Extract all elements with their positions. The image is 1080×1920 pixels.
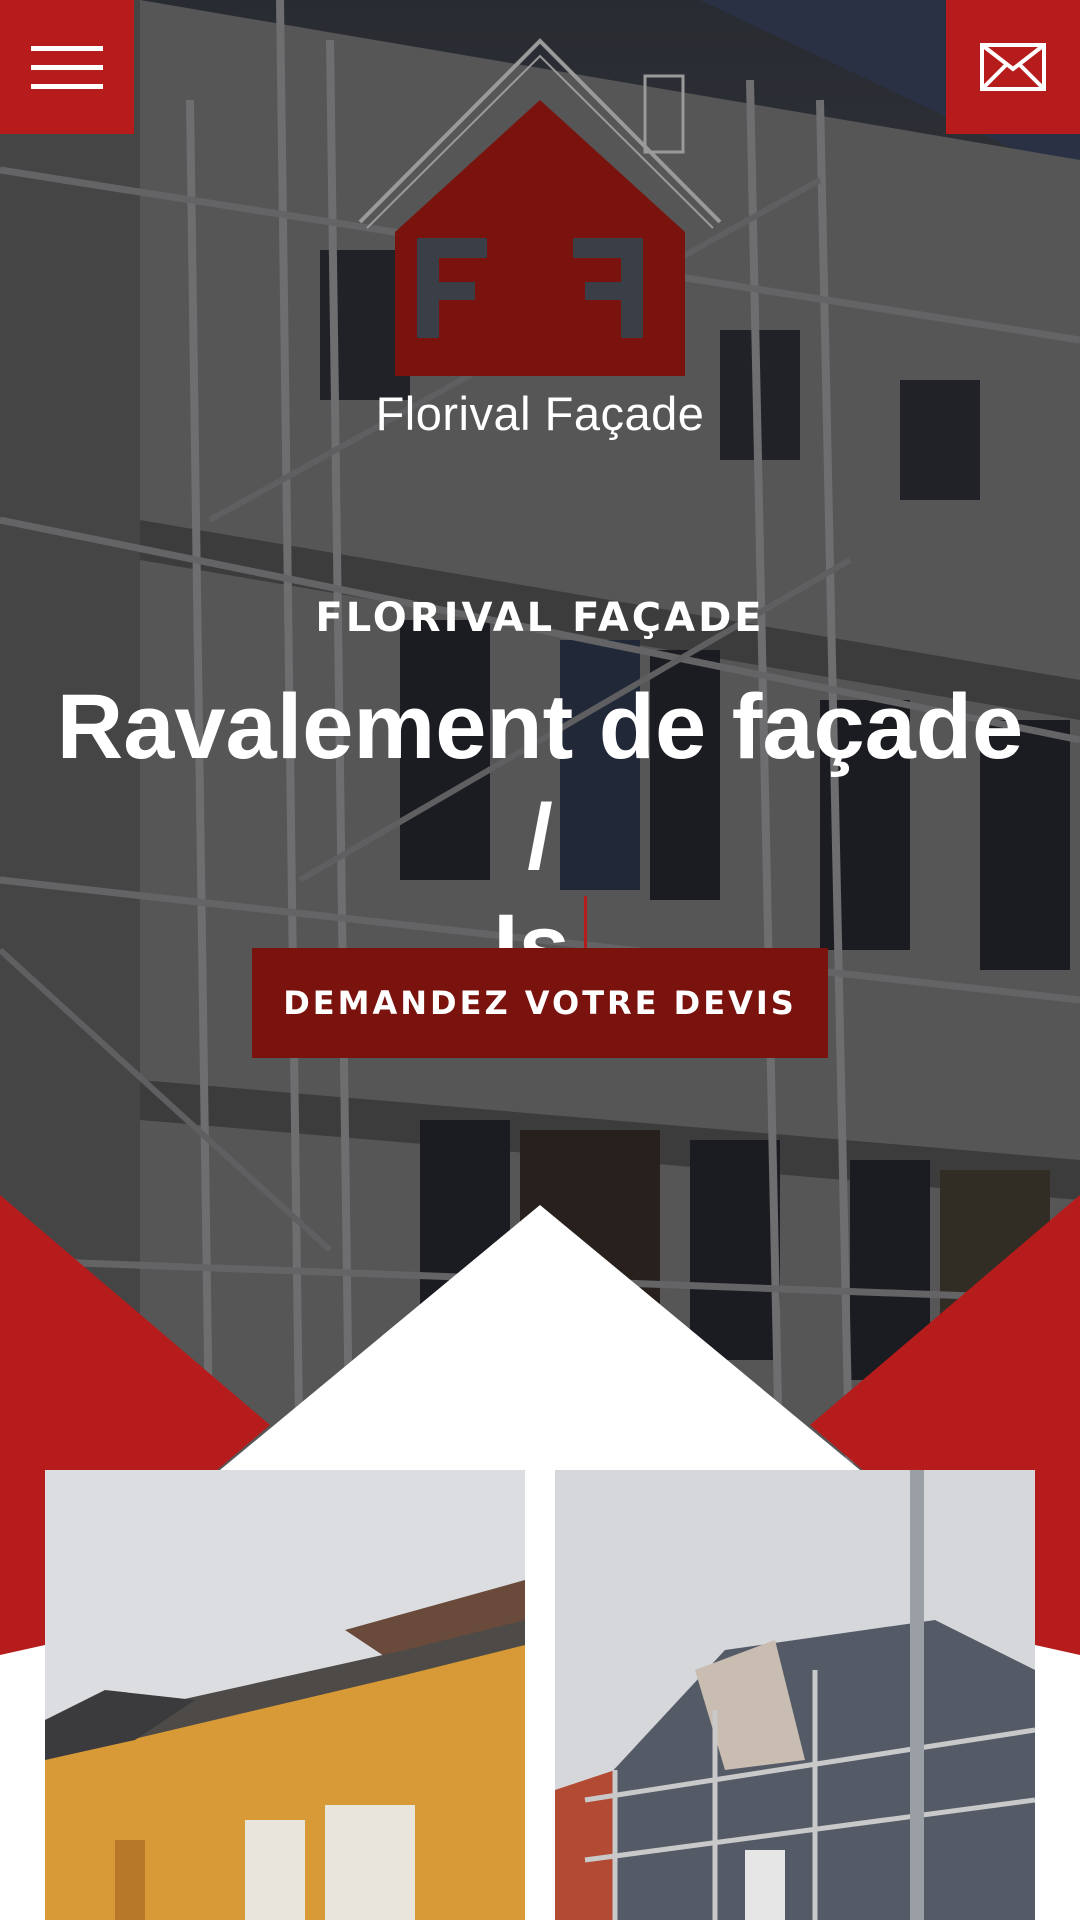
hamburger-menu-icon xyxy=(31,45,103,51)
menu-button[interactable] xyxy=(0,0,134,134)
hamburger-menu-icon-bar xyxy=(31,83,103,89)
hero-headline-line1: Ravalement de façade / xyxy=(56,676,1024,888)
brand-logo-text: Florival Façade xyxy=(375,387,705,440)
scaffolded-grey-house-photo xyxy=(555,1470,1035,1920)
gallery-card-yellow-house[interactable] xyxy=(45,1470,525,1920)
gallery-card-grey-house[interactable] xyxy=(555,1470,1035,1920)
envelope-icon xyxy=(980,43,1046,91)
yellow-house-photo xyxy=(45,1470,525,1920)
hero-eyebrow: FLORIVAL FAÇADE xyxy=(315,595,765,641)
house-ff-logo-icon xyxy=(358,38,722,380)
brand-logo[interactable]: Florival Façade xyxy=(355,36,725,446)
contact-mail-button[interactable] xyxy=(946,0,1080,134)
hamburger-menu-icon-bar xyxy=(31,64,103,70)
request-quote-button[interactable]: DEMANDEZ VOTRE DEVIS xyxy=(252,948,828,1058)
